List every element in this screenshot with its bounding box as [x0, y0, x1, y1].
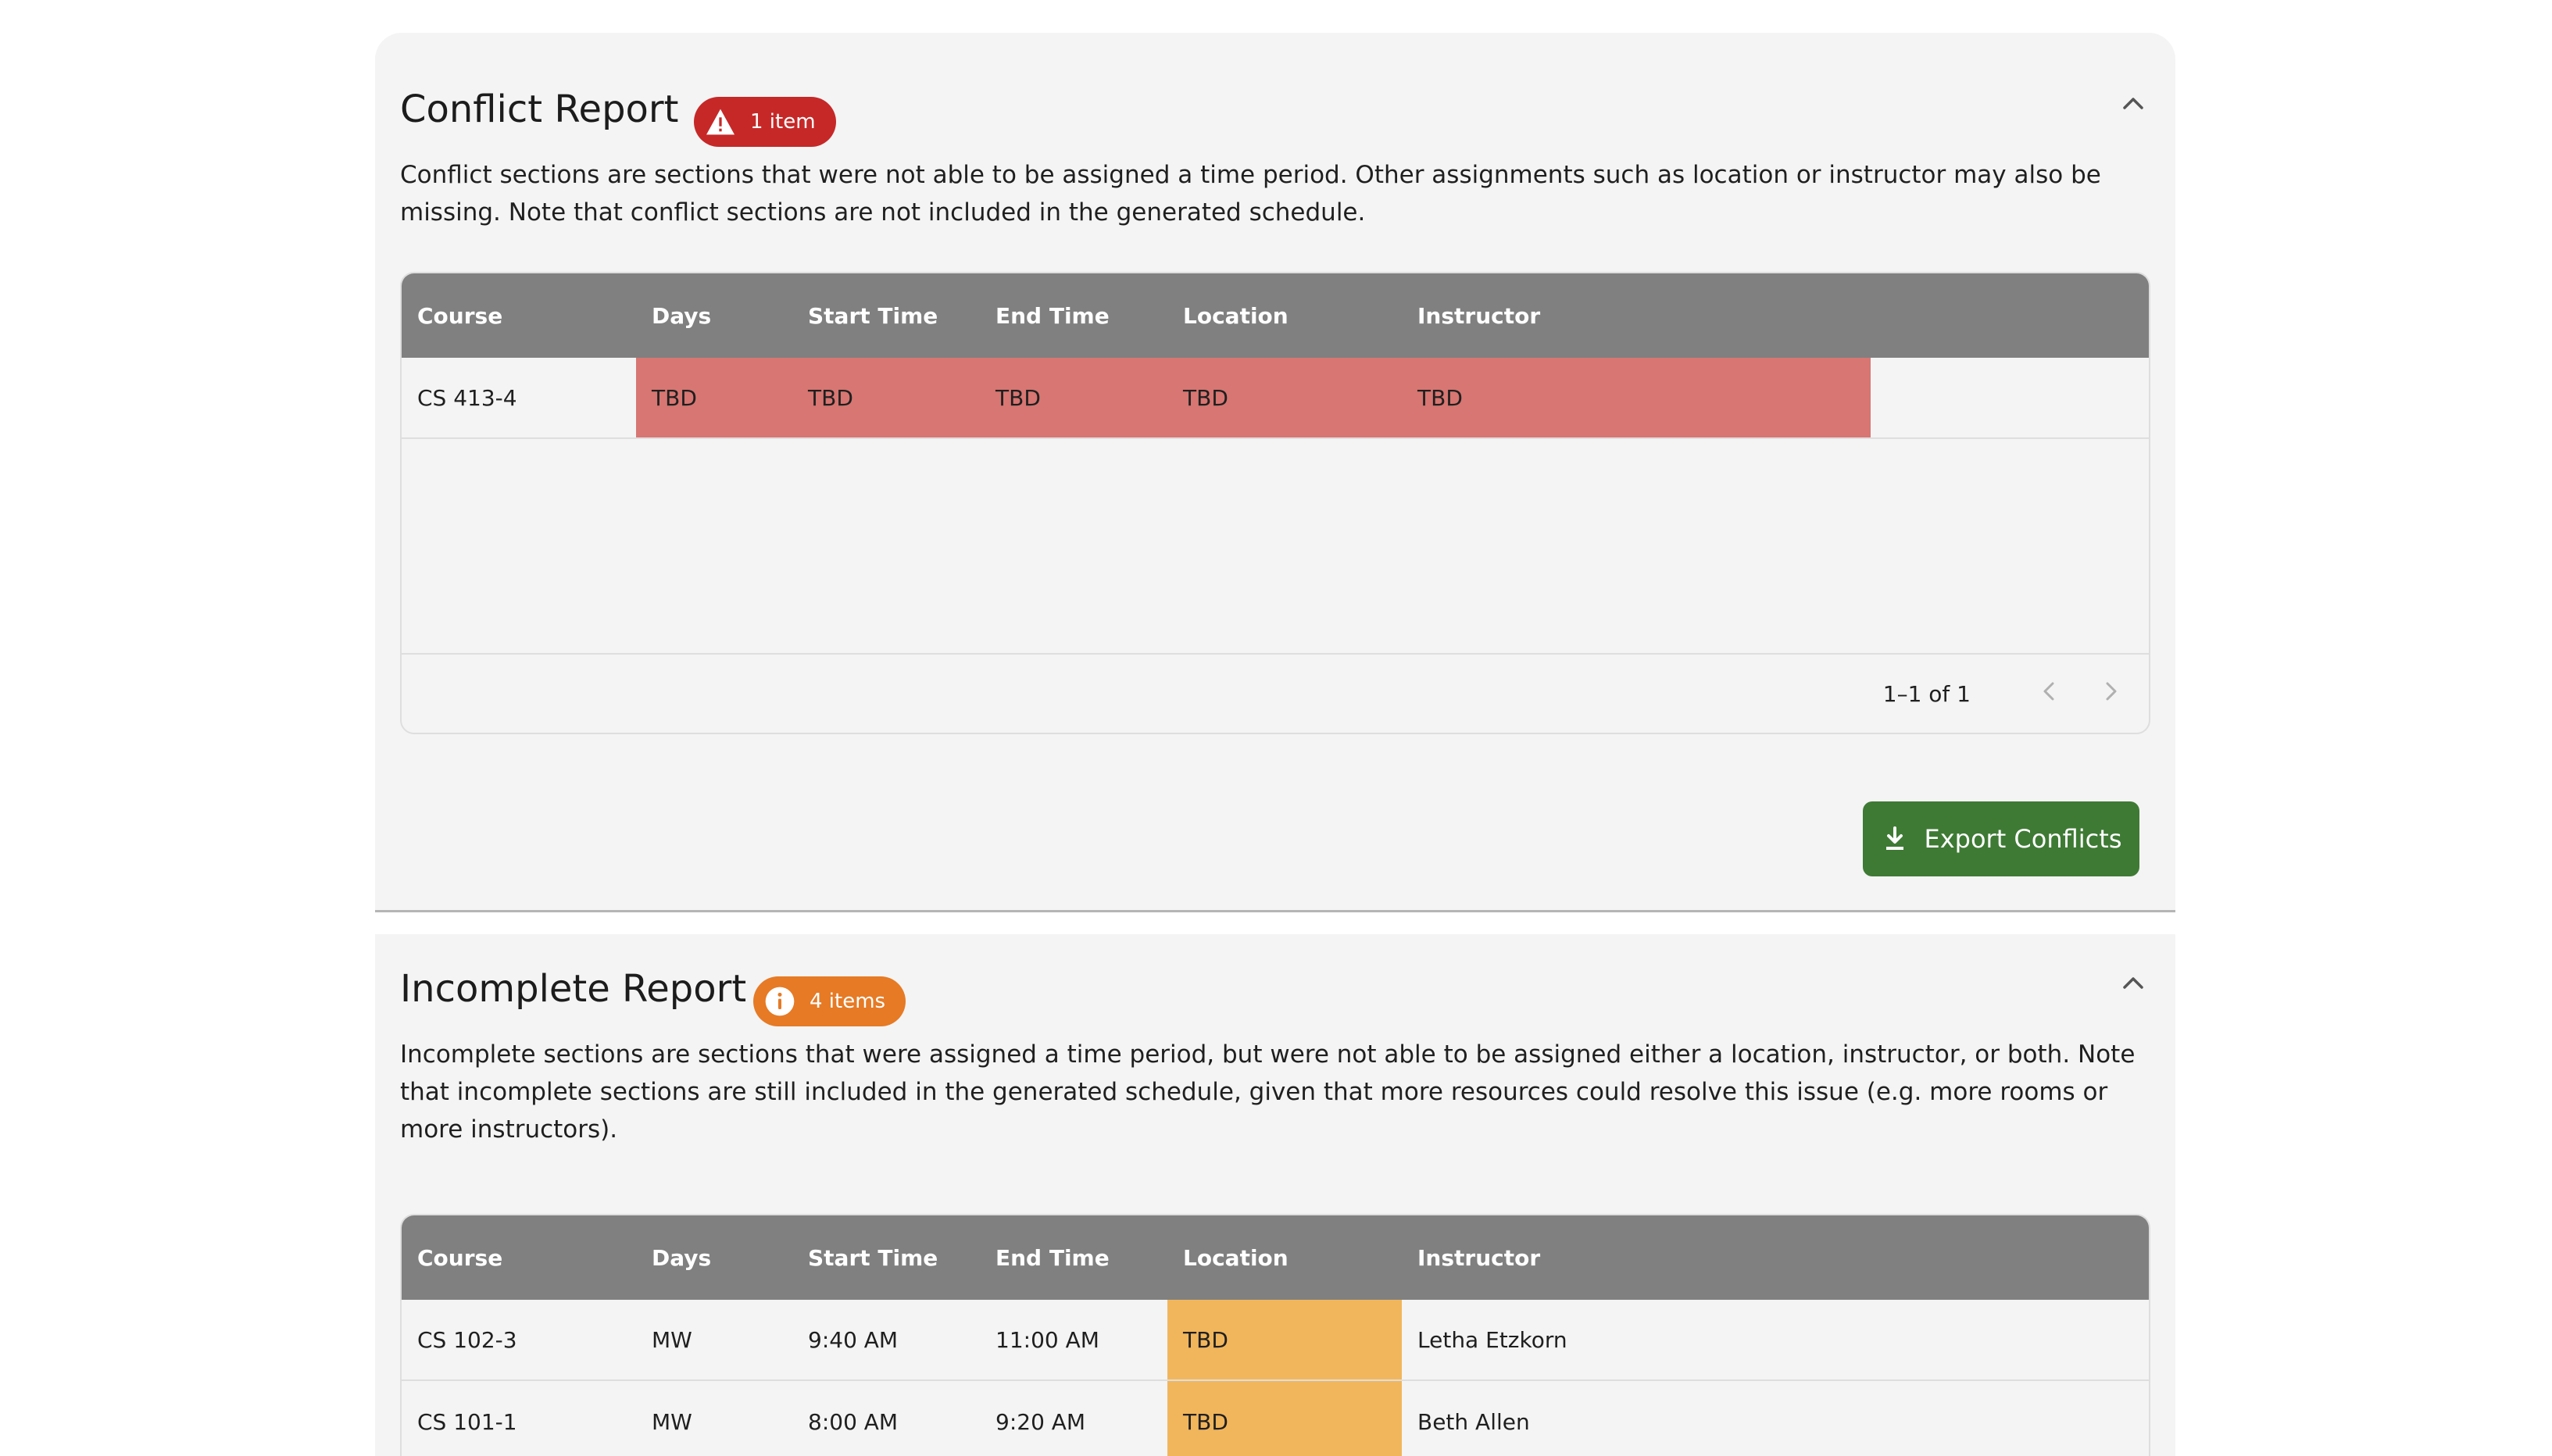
table-header: Course Days Start Time End Time Location… — [402, 1215, 2149, 1300]
info-icon — [764, 986, 795, 1017]
cell-start-time: 8:00 AM — [808, 1408, 899, 1435]
column-header-end-time[interactable]: End Time — [980, 1215, 1167, 1300]
incomplete-count-badge: 4 items — [753, 976, 906, 1026]
column-header-days[interactable]: Days — [636, 1215, 792, 1300]
page: Conflict Report 1 item Conflict sections… — [0, 0, 2552, 1456]
column-header-location[interactable]: Location — [1167, 273, 1402, 358]
cell-spacer — [1871, 1381, 2149, 1456]
chevron-right-icon — [2105, 681, 2118, 707]
column-header-instructor[interactable]: Instructor — [1402, 273, 1871, 358]
collapse-conflict-button[interactable] — [2118, 89, 2149, 120]
cell-end-time: 11:00 AM — [995, 1326, 1099, 1353]
incomplete-badge-label: 4 items — [810, 990, 886, 1013]
incomplete-report-title: Incomplete Report — [400, 967, 747, 1011]
column-header-start-time[interactable]: Start Time — [792, 273, 980, 358]
incomplete-report-panel: Incomplete Report 4 items Incomplete sec… — [375, 934, 2175, 1456]
column-header-days[interactable]: Days — [636, 273, 792, 358]
incomplete-description: Incomplete sections are sections that we… — [400, 1040, 2136, 1144]
table-row[interactable]: CS 101-1 MW 8:00 AM 9:20 AM TBD Beth All… — [402, 1381, 2149, 1456]
pagination-info: 1–1 of 1 — [1882, 680, 1971, 707]
incomplete-table: Course Days Start Time End Time Location… — [400, 1214, 2150, 1456]
conflict-description: Conflict sections are sections that were… — [400, 161, 2101, 227]
cell-days: MW — [652, 1326, 692, 1353]
warning-icon — [705, 106, 736, 137]
column-header-location[interactable]: Location — [1167, 1215, 1402, 1300]
table-row[interactable]: CS 102-3 MW 9:40 AM 11:00 AM TBD Letha E… — [402, 1300, 2149, 1381]
conflict-count-badge: 1 item — [694, 97, 836, 147]
column-header-course[interactable]: Course — [402, 273, 636, 358]
chevron-up-icon — [2122, 96, 2144, 113]
cell-spacer — [1871, 358, 2149, 437]
cell-spacer — [1871, 1300, 2149, 1379]
conflict-report-panel: Conflict Report 1 item Conflict sections… — [375, 33, 2175, 912]
cell-start-time: TBD — [792, 358, 980, 437]
table-header: Course Days Start Time End Time Location… — [402, 273, 2149, 358]
cell-location: TBD — [1167, 1381, 1402, 1456]
column-header-spacer — [1871, 1215, 2149, 1300]
chevron-up-icon — [2122, 976, 2144, 993]
export-conflicts-label: Export Conflicts — [1924, 824, 2122, 854]
table-empty-area — [402, 439, 2149, 655]
export-conflicts-button[interactable]: Export Conflicts — [1863, 801, 2139, 876]
collapse-incomplete-button[interactable] — [2118, 969, 2149, 1000]
table-row[interactable]: CS 413-4 TBD TBD TBD TBD TBD — [402, 358, 2149, 439]
cell-course: CS 101-1 — [417, 1408, 517, 1435]
cell-start-time: 9:40 AM — [808, 1326, 899, 1353]
column-header-spacer — [1871, 273, 2149, 358]
column-header-start-time[interactable]: Start Time — [792, 1215, 980, 1300]
cell-end-time: TBD — [980, 358, 1167, 437]
previous-page-button[interactable] — [2027, 672, 2071, 716]
cell-instructor: TBD — [1402, 358, 1871, 437]
cell-course: CS 413-4 — [417, 384, 517, 411]
download-icon — [1881, 825, 1909, 853]
cell-instructor: Beth Allen — [1417, 1408, 1530, 1435]
conflict-badge-label: 1 item — [750, 110, 816, 134]
chevron-left-icon — [2043, 681, 2055, 707]
cell-instructor: Letha Etzkorn — [1417, 1326, 1567, 1353]
conflict-report-title: Conflict Report — [400, 87, 679, 131]
column-header-course[interactable]: Course — [402, 1215, 636, 1300]
table-pagination: 1–1 of 1 — [402, 655, 2149, 733]
cell-course: CS 102-3 — [417, 1326, 517, 1353]
next-page-button[interactable] — [2089, 672, 2133, 716]
cell-days: MW — [652, 1408, 692, 1435]
cell-location: TBD — [1167, 1300, 1402, 1379]
conflict-table: Course Days Start Time End Time Location… — [400, 272, 2150, 734]
column-header-end-time[interactable]: End Time — [980, 273, 1167, 358]
column-header-instructor[interactable]: Instructor — [1402, 1215, 1871, 1300]
cell-location: TBD — [1167, 358, 1402, 437]
cell-end-time: 9:20 AM — [995, 1408, 1086, 1435]
cell-days: TBD — [636, 358, 792, 437]
